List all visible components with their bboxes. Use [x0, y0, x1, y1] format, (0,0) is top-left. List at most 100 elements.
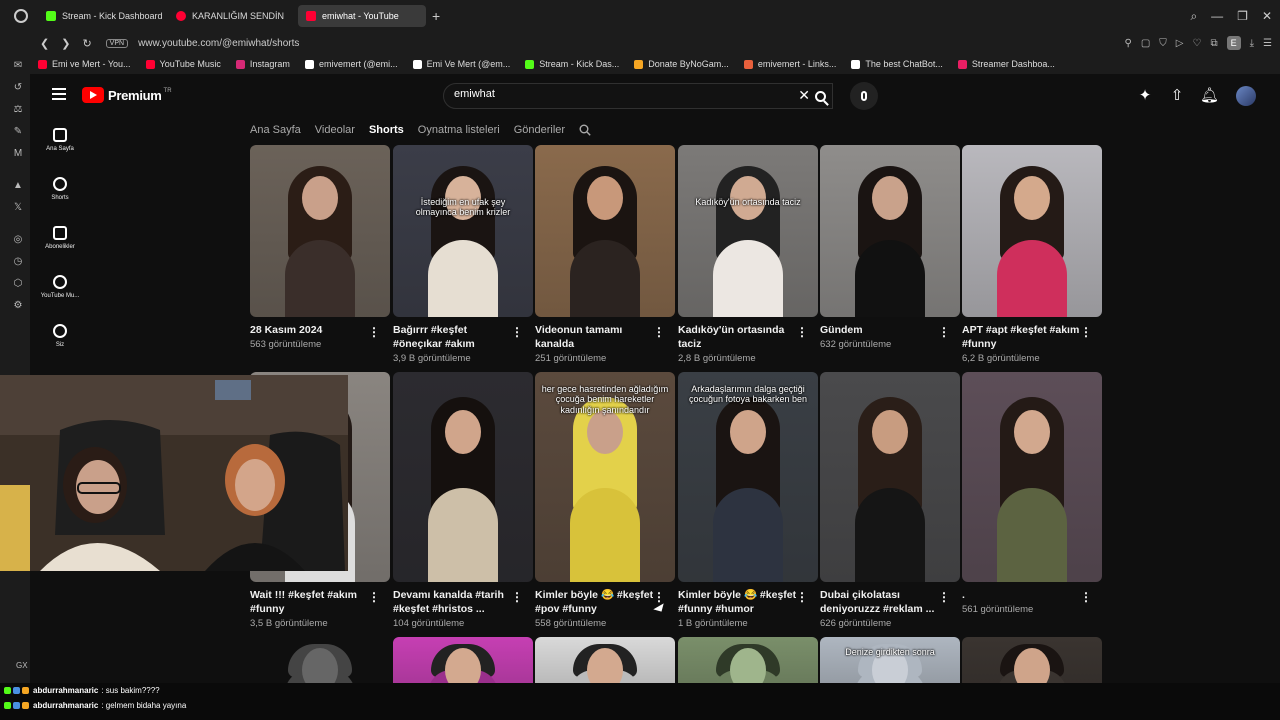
short-thumbnail[interactable]: Arkadaşlarımın dalga geçtiği çocuğun fot…	[678, 372, 818, 582]
snapshot-icon[interactable]: ▢	[1141, 38, 1150, 49]
bookmark-item[interactable]: emivemert (@emi...	[304, 59, 398, 69]
more-options-icon[interactable]: ⋮	[368, 325, 380, 339]
short-title[interactable]: Kimler böyle 😂 #keşfet #funny #humor	[678, 588, 798, 616]
short-thumbnail[interactable]	[393, 372, 533, 582]
short-thumbnail[interactable]	[962, 145, 1102, 317]
short-title[interactable]: Videonun tamamı kanalda	[535, 323, 655, 351]
short-title[interactable]: Wait !!! #keşfet #akım #funny	[250, 588, 370, 616]
more-options-icon[interactable]: ⋮	[796, 325, 808, 339]
short-title[interactable]: Kadıköy'ün ortasında taciz	[678, 323, 798, 351]
more-options-icon[interactable]: ⋮	[1080, 590, 1092, 604]
short-card[interactable]: 28 Kasım 2024 563 görüntüleme ⋮	[250, 145, 390, 350]
tab-posts[interactable]: Gönderiler	[514, 124, 565, 136]
more-options-icon[interactable]: ⋮	[938, 590, 950, 604]
restore-icon[interactable]: ❐	[1237, 9, 1248, 23]
settings-sidebar-icon[interactable]: ⚙	[12, 300, 24, 312]
heart-icon[interactable]: ♡	[1193, 38, 1202, 49]
short-title[interactable]: Kimler böyle 😂 #keşfet #pov #funny	[535, 588, 655, 616]
search-button[interactable]	[805, 83, 835, 109]
short-card[interactable]: Dubai çikolatası deniyoruzzz #reklam ...…	[820, 372, 960, 629]
guide-item-youtube-music[interactable]: YouTube Mu...	[30, 275, 90, 299]
tab-videos[interactable]: Videolar	[315, 124, 355, 136]
hamburger-menu-icon[interactable]	[52, 88, 66, 100]
bookmark-item[interactable]: emivemert - Links...	[743, 59, 836, 69]
bookmark-item[interactable]: Stream - Kick Das...	[525, 59, 619, 69]
notifications-bell-icon[interactable]: 🔔︎	[1200, 87, 1219, 105]
short-thumbnail[interactable]	[962, 372, 1102, 582]
profile-icon[interactable]: E	[1226, 36, 1241, 50]
more-options-icon[interactable]: ⋮	[796, 590, 808, 604]
account-avatar[interactable]	[1236, 86, 1256, 106]
url-field[interactable]: www.youtube.com/@emiwhat/shorts	[138, 38, 299, 49]
mail-icon[interactable]: M	[12, 148, 24, 160]
short-thumbnail[interactable]: İstediğim en ufak şey olmayınca benim kr…	[393, 145, 533, 317]
short-card[interactable]: Devamı kanalda #tarih #keşfet #hristos .…	[393, 372, 533, 629]
browser-tab-youtube[interactable]: emiwhat - YouTube	[298, 5, 426, 27]
browser-tab-kick[interactable]: Stream - Kick Dashboard	[38, 5, 166, 27]
more-options-icon[interactable]: ⋮	[511, 590, 523, 604]
more-options-icon[interactable]: ⋮	[1080, 325, 1092, 339]
short-card[interactable]: Kadıköy'ün ortasında taciz Kadıköy'ün ort…	[678, 145, 818, 364]
short-card[interactable]: APT #apt #keşfet #akım #funny 6,2 B görün…	[962, 145, 1102, 364]
new-tab-button[interactable]: +	[432, 8, 440, 24]
close-window-icon[interactable]: ✕	[1262, 9, 1272, 23]
short-card[interactable]: Gündem 632 görüntüleme ⋮	[820, 145, 960, 350]
bookmark-item[interactable]: Donate ByNoGam...	[634, 59, 729, 69]
music-sidebar-icon[interactable]: ◎	[12, 234, 24, 246]
limiter-icon[interactable]: ⚖	[12, 104, 24, 116]
history-icon[interactable]: ↺	[12, 82, 24, 94]
more-options-icon[interactable]: ⋮	[938, 325, 950, 339]
guide-item-home[interactable]: Ana Sayfa	[30, 128, 90, 152]
clock-sidebar-icon[interactable]: ◷	[12, 256, 24, 268]
minimize-icon[interactable]: —	[1211, 9, 1223, 23]
guide-item-you[interactable]: Siz	[30, 324, 90, 348]
ai-icon[interactable]: ✉	[12, 60, 24, 72]
shield-icon[interactable]: ⛉	[1159, 38, 1167, 49]
reload-icon[interactable]: ↻	[82, 37, 91, 50]
short-thumbnail[interactable]: Kadıköy'ün ortasında taciz	[678, 145, 818, 317]
tab-playlists[interactable]: Oynatma listeleri	[418, 124, 500, 136]
opera-logo-icon[interactable]	[14, 9, 28, 23]
more-options-icon[interactable]: ⋮	[511, 325, 523, 339]
short-title[interactable]: 28 Kasım 2024	[250, 323, 370, 337]
search-input[interactable]	[454, 88, 754, 100]
bookmark-item[interactable]: Emi Ve Mert (@em...	[412, 59, 510, 69]
short-thumbnail[interactable]	[535, 145, 675, 317]
short-title[interactable]: Dubai çikolatası deniyoruzzz #reklam ...	[820, 588, 940, 616]
short-card[interactable]: . 561 görüntüleme ⋮	[962, 372, 1102, 615]
short-card[interactable]: Videonun tamamı kanalda 251 görüntüleme ⋮	[535, 145, 675, 364]
bookmark-item[interactable]: The best ChatBot...	[851, 59, 943, 69]
guide-item-subscriptions[interactable]: Abonelikler	[30, 226, 90, 250]
short-card[interactable]: her gece hasretinden ağladığım çocuğa be…	[535, 372, 675, 629]
upload-icon[interactable]: ⇧	[1168, 87, 1186, 105]
short-title[interactable]: Bağırrr #keşfet #öneçıkar #akım	[393, 323, 513, 351]
short-thumbnail[interactable]	[820, 372, 960, 582]
short-thumbnail[interactable]: her gece hasretinden ağladığım çocuğa be…	[535, 372, 675, 582]
forward-icon[interactable]: ❯	[61, 37, 70, 50]
bookmark-item[interactable]: Streamer Dashboa...	[957, 59, 1055, 69]
puzzle-sidebar-icon[interactable]: ⬡	[12, 278, 24, 290]
short-thumbnail[interactable]	[250, 145, 390, 317]
download-icon[interactable]: ⤓	[1250, 38, 1254, 49]
x-sidebar-icon[interactable]: 𝕏	[12, 202, 24, 214]
youtube-logo[interactable]: Premium TR	[82, 87, 172, 103]
bookmark-item[interactable]: Emi ve Mert - You...	[38, 59, 131, 69]
more-options-icon[interactable]: ⋮	[653, 325, 665, 339]
kick-sidebar-icon[interactable]: ▲	[12, 180, 24, 192]
bookmark-item[interactable]: Instagram	[235, 59, 290, 69]
vpn-badge[interactable]: VPN	[105, 38, 129, 48]
more-options-icon[interactable]: ⋮	[653, 590, 665, 604]
pin-icon[interactable]: ⚲	[1125, 38, 1132, 49]
cleaner-icon[interactable]: ✎	[12, 126, 24, 138]
voice-search-button[interactable]	[850, 82, 878, 110]
short-card[interactable]: Arkadaşlarımın dalga geçtiği çocuğun fot…	[678, 372, 818, 629]
extensions-icon[interactable]: ⧉	[1210, 38, 1217, 49]
short-title[interactable]: .	[962, 588, 1082, 602]
channel-search-icon[interactable]	[579, 124, 591, 136]
short-card[interactable]: İstediğim en ufak şey olmayınca benim kr…	[393, 145, 533, 364]
browser-tab-music[interactable]: KARANLIĞIM SENDİN	[168, 5, 296, 27]
gemini-icon[interactable]: ✦	[1136, 87, 1154, 105]
search-tabs-icon[interactable]: ⌕	[1190, 9, 1197, 24]
short-title[interactable]: Gündem	[820, 323, 940, 337]
bookmark-item[interactable]: YouTube Music	[145, 59, 221, 69]
